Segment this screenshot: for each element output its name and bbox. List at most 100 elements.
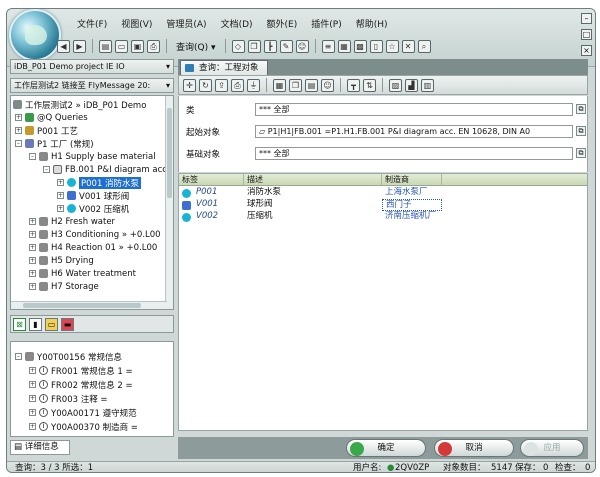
document-icon[interactable]: ▯ xyxy=(369,39,383,53)
list-icon[interactable]: ≡ xyxy=(321,39,335,53)
column-header-tag[interactable]: 标签 xyxy=(179,174,244,186)
main-window: 文件(F) 视图(V) 管理员(A) 文档(D) 额外(E) 插件(P) 帮助(… xyxy=(6,8,596,473)
chevron-down-icon[interactable]: ▾ xyxy=(166,79,170,92)
tree-item[interactable]: + H5 Drying xyxy=(29,254,94,267)
back-icon[interactable]: ◀ xyxy=(57,39,70,53)
table-row[interactable]: P001 消防水泵 上海水泵厂 xyxy=(179,187,441,199)
print-icon[interactable]: ⎙ xyxy=(231,78,244,92)
detail-item[interactable]: + i Y00A00370 制造商 = xyxy=(29,420,138,433)
color-icon[interactable]: ▨ xyxy=(389,78,402,92)
tree-item[interactable]: + H6 Water treatment xyxy=(29,267,136,280)
tree-item[interactable]: – H1 Supply base material xyxy=(29,150,156,163)
picker-icon[interactable]: ⧉ xyxy=(576,104,586,114)
layer-header[interactable]: 工作层测试2 链接至 FlyMessage 20: ▾ xyxy=(10,78,174,93)
right-pane: 查询：工程对象 ✛ ↻ ⇪ ⎙ ⏚ ▦ ❐ ▤ ☺ ┳ ⇅ ▨ ▟ ▥ 类 **… xyxy=(178,59,588,459)
ok-button[interactable]: 确定 xyxy=(346,439,426,457)
report-icon[interactable]: ▤ xyxy=(305,78,318,92)
menu-view[interactable]: 视图(V) xyxy=(119,16,154,32)
field-label: 起始对象 xyxy=(186,128,221,138)
tools-icon[interactable]: ✕ xyxy=(401,39,415,53)
field-label: 类 xyxy=(186,106,195,116)
vertical-scrollbar[interactable] xyxy=(165,96,173,309)
results-table: 标签 描述 制造商 P001 消防水泵 上海水泵厂 V001 球形阀 西门子 V… xyxy=(178,173,588,431)
tree-item[interactable]: + @Q Queries xyxy=(15,111,88,124)
detail-item[interactable]: – Y00T00156 常规信息 xyxy=(15,350,122,363)
detail-item[interactable]: + i FR001 常规信息 1 = xyxy=(29,364,133,377)
copy-icon[interactable]: ❐ xyxy=(289,78,302,92)
menu-extra[interactable]: 额外(E) xyxy=(265,16,300,32)
tree-item[interactable]: + H4 Reaction 01 » +0.L00 xyxy=(29,241,157,254)
tree-item[interactable]: – FB.001 P&I diagram acc xyxy=(43,163,167,176)
table-row[interactable]: V002 压缩机 济南压缩机厂 xyxy=(179,211,441,223)
detail-item[interactable]: + i FR003 注释 = xyxy=(29,392,108,405)
picker-icon[interactable]: ⧉ xyxy=(576,148,586,158)
tab-query[interactable]: 查询：工程对象 xyxy=(180,60,268,75)
menu-plugin[interactable]: 插件(P) xyxy=(309,16,343,32)
tree-icon[interactable]: ┣ xyxy=(263,39,277,53)
chevron-down-icon[interactable]: ▾ xyxy=(166,60,170,73)
cancel-button[interactable]: 取消 xyxy=(434,439,514,457)
forward-icon[interactable]: ▶ xyxy=(73,39,86,53)
detail-item[interactable]: + i Y00A00171 遵守规范 xyxy=(29,406,137,419)
detail-tab[interactable]: ▤ 详细信息 xyxy=(10,440,70,455)
tree-item[interactable]: + H7 Storage xyxy=(29,280,99,293)
column-header-maker[interactable]: 制造商 xyxy=(382,174,442,186)
compressor-icon xyxy=(182,213,191,222)
export-icon[interactable]: ⇪ xyxy=(215,78,228,92)
maximize-icon[interactable]: □ xyxy=(581,29,592,40)
diagram-icon: ▱ xyxy=(259,127,268,136)
tree-item[interactable]: + H3 Conditioning » +0.L00 xyxy=(29,228,161,241)
menu-admin[interactable]: 管理员(A) xyxy=(164,16,208,32)
detail-item[interactable]: + i FR002 常规信息 2 = xyxy=(29,378,133,391)
edit-icon[interactable]: ✎ xyxy=(279,39,293,53)
menu-help[interactable]: 帮助(H) xyxy=(354,16,390,32)
tree-item[interactable]: + V001 球形阀 xyxy=(57,189,129,202)
users-icon[interactable]: ☺ xyxy=(321,78,334,92)
base-object-field[interactable]: *** 全部 xyxy=(255,147,573,160)
start-object-field[interactable]: ▱ P1|H1|FB.001 =P1.H1.FB.001 P&I diagram… xyxy=(255,125,573,138)
sort-icon[interactable]: ⇅ xyxy=(363,78,376,92)
print-icon[interactable]: ⎙ xyxy=(147,39,160,53)
save-icon[interactable]: ▣ xyxy=(131,39,144,53)
filter-icon[interactable]: ⏚ xyxy=(247,78,260,92)
trash-icon[interactable]: ▮ xyxy=(29,318,42,331)
image-icon[interactable]: ▩ xyxy=(353,39,367,53)
tree-item[interactable]: + H2 Fresh water xyxy=(29,215,115,228)
tree-item[interactable]: – P1 工厂 (常规) xyxy=(15,137,94,150)
menu-file[interactable]: 文件(F) xyxy=(75,16,109,32)
tree-item[interactable]: + V002 压缩机 xyxy=(57,202,129,215)
folder-icon[interactable]: ▭ xyxy=(45,318,58,331)
table-icon[interactable]: ▦ xyxy=(337,39,351,53)
search-icon[interactable]: ⌕ xyxy=(417,39,431,53)
refresh-icon[interactable]: ↻ xyxy=(199,78,212,92)
hierarchy-icon[interactable]: ┳ xyxy=(347,78,360,92)
picker-icon[interactable]: ⧉ xyxy=(576,126,586,136)
minimize-icon[interactable]: – xyxy=(581,13,592,24)
apply-button[interactable]: 应用 xyxy=(520,439,584,457)
table-row[interactable]: V001 球形阀 西门子 xyxy=(179,199,442,211)
table-icon[interactable]: ▦ xyxy=(273,78,286,92)
project-header[interactable]: iDB_P01 Demo project IE IO ▾ xyxy=(10,59,174,74)
tree-item[interactable]: + P001 工艺 xyxy=(15,124,78,137)
star-icon[interactable]: ☆ xyxy=(385,39,399,53)
copy-icon[interactable]: ❐ xyxy=(247,39,261,53)
database-icon[interactable]: ▤ xyxy=(99,39,112,53)
menu-document[interactable]: 文档(D) xyxy=(219,16,255,32)
class-field[interactable]: *** 全部 xyxy=(255,103,573,116)
user-icon: ● xyxy=(387,463,395,473)
tree-item[interactable]: 工作层测试2 » iDB_P01 Demo xyxy=(13,98,146,111)
tag-icon[interactable]: ▬ xyxy=(61,318,74,331)
open-icon[interactable]: ▭ xyxy=(115,39,128,53)
horizontal-scrollbar[interactable] xyxy=(11,301,167,309)
crosshair-icon[interactable]: ✛ xyxy=(183,78,196,92)
query-menu-button[interactable]: 查询(Q) ▾ xyxy=(173,40,219,53)
users-icon[interactable]: ☺ xyxy=(295,39,309,53)
tree-view-icon[interactable]: ⊠ xyxy=(13,318,26,331)
status-check: 0 xyxy=(585,463,591,473)
close-icon[interactable]: × xyxy=(581,45,592,56)
cube-icon[interactable]: ◇ xyxy=(231,39,245,53)
chart-icon[interactable]: ▟ xyxy=(405,78,418,92)
tree-item-selected[interactable]: + P001 消防水泵 xyxy=(57,176,142,189)
book-icon[interactable]: ▥ xyxy=(421,78,434,92)
column-header-desc[interactable]: 描述 xyxy=(244,174,382,186)
